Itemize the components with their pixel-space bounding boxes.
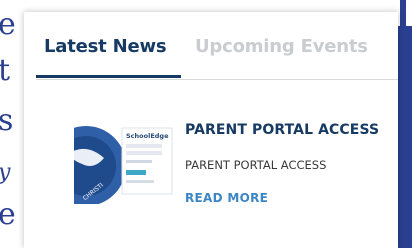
tab-bar: Latest News Upcoming Events	[24, 12, 398, 80]
news-summary: PARENT PORTAL ACCESS	[185, 158, 327, 172]
news-events-card: Latest News Upcoming Events CHRISTI Scho…	[24, 12, 398, 248]
news-title[interactable]: PARENT PORTAL ACCESS	[185, 122, 379, 138]
background-letter: y	[0, 158, 10, 188]
background-letter: e	[0, 7, 16, 42]
active-tab-indicator	[36, 75, 181, 78]
tab-upcoming-events[interactable]: Upcoming Events	[195, 36, 368, 57]
login-button	[126, 170, 146, 175]
read-more-link[interactable]: READ MORE	[185, 191, 268, 205]
background-right-bar	[398, 0, 412, 248]
password-field	[126, 151, 162, 155]
background-letter: t	[0, 53, 11, 88]
thumbnail-image: CHRISTI SchoolEdge	[74, 126, 173, 204]
news-item: CHRISTI SchoolEdge PARENT PORTAL ACCESS …	[24, 80, 398, 248]
background-letter: e	[0, 197, 16, 232]
form-line	[126, 160, 152, 163]
form-line	[126, 180, 154, 183]
username-field	[126, 144, 162, 148]
background-letter: s	[0, 103, 14, 138]
news-thumbnail[interactable]: CHRISTI SchoolEdge	[74, 124, 177, 204]
tab-latest-news[interactable]: Latest News	[44, 36, 167, 57]
app-name: SchoolEdge	[126, 132, 169, 140]
background-stem	[400, 0, 406, 26]
